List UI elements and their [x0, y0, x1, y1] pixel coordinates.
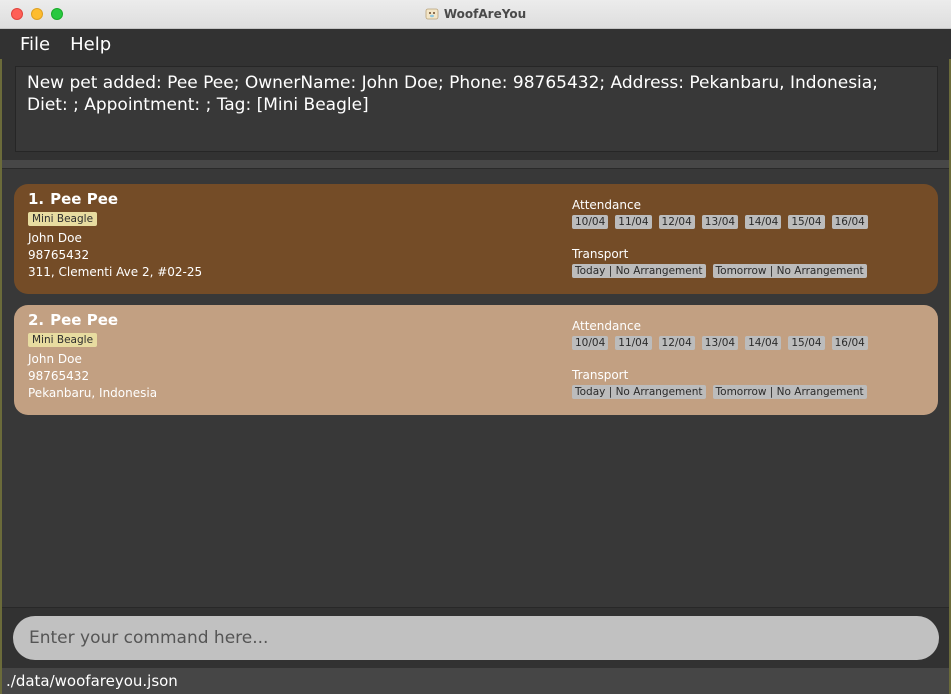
status-bar-footer: ./data/woofareyou.json — [2, 668, 949, 694]
window-title: WoofAreYou — [443, 7, 527, 21]
attendance-label: Attendance — [572, 319, 641, 333]
pet-card-1[interactable]: 1. Pee Pee Mini Beagle John Doe 98765432 … — [14, 184, 938, 294]
attendance-chip: 13/04 — [701, 215, 739, 229]
transport-chip-today: Today | No Arrangement — [572, 264, 706, 278]
attendance-chip: 16/04 — [831, 215, 868, 229]
attendance-chip: 11/04 — [615, 215, 652, 229]
attendance-chip: 12/04 — [658, 215, 695, 229]
attendance-chip: 15/04 — [788, 336, 825, 350]
menu-file[interactable]: File — [10, 34, 60, 55]
pet-phone: 98765432 — [28, 248, 90, 262]
transport-label: Transport — [572, 368, 629, 382]
transport-chip-tomorrow: Tomorrow | No Arrangement — [712, 385, 867, 399]
attendance-chips: 10/04 11/04 12/04 13/04 14/04 15/04 16/0… — [572, 215, 868, 229]
pet-card-title: 1. Pee Pee — [28, 190, 118, 208]
attendance-chip: 14/04 — [745, 336, 782, 350]
attendance-chips: 10/04 11/04 12/04 13/04 14/04 15/04 16/0… — [572, 336, 868, 350]
transport-chips: Today | No Arrangement Tomorrow | No Arr… — [572, 385, 867, 399]
attendance-chip: 10/04 — [572, 336, 609, 350]
attendance-label: Attendance — [572, 198, 641, 212]
pet-address: Pekanbaru, Indonesia — [28, 386, 158, 400]
pet-tag: Mini Beagle — [28, 212, 98, 226]
menu-help[interactable]: Help — [60, 34, 121, 55]
attendance-chip: 16/04 — [831, 336, 868, 350]
pet-index: 2. — [28, 311, 45, 329]
attendance-chip: 11/04 — [615, 336, 652, 350]
pet-owner: John Doe — [28, 352, 82, 366]
pet-phone: 98765432 — [28, 369, 90, 383]
transport-chip-tomorrow: Tomorrow | No Arrangement — [712, 264, 867, 278]
transport-chips: Today | No Arrangement Tomorrow | No Arr… — [572, 264, 867, 278]
pet-index: 1. — [28, 190, 45, 208]
transport-label: Transport — [572, 247, 629, 261]
dog-app-icon — [425, 8, 439, 20]
app-window: WoofAreYou File Help New pet added: Pee … — [0, 0, 951, 694]
pet-card-2[interactable]: 2. Pee Pee Mini Beagle John Doe 98765432 … — [14, 305, 938, 415]
result-display[interactable]: New pet added: Pee Pee; OwnerName: John … — [15, 66, 938, 152]
pet-name: Pee Pee — [50, 311, 119, 329]
command-input[interactable] — [13, 616, 939, 660]
pet-list-panel: 1. Pee Pee Mini Beagle John Doe 98765432 … — [2, 168, 949, 607]
pet-card-title: 2. Pee Pee — [28, 311, 118, 329]
window-title-group: WoofAreYou — [0, 0, 951, 28]
attendance-chip: 14/04 — [745, 215, 782, 229]
title-bar: WoofAreYou — [0, 0, 951, 29]
result-display-panel: New pet added: Pee Pee; OwnerName: John … — [2, 59, 949, 160]
result-line-2: Diet: ; Appointment: ; Tag: [Mini Beagle… — [27, 95, 369, 115]
result-line-1: New pet added: Pee Pee; OwnerName: John … — [27, 73, 878, 93]
transport-chip-today: Today | No Arrangement — [572, 385, 706, 399]
menu-bar: File Help — [0, 29, 951, 59]
split-pane-divider[interactable] — [2, 160, 949, 168]
attendance-chip: 15/04 — [788, 215, 825, 229]
pet-address: 311, Clementi Ave 2, #02-25 — [28, 265, 203, 279]
attendance-chip: 13/04 — [701, 336, 739, 350]
pet-tag: Mini Beagle — [28, 333, 98, 347]
attendance-chip: 12/04 — [658, 336, 695, 350]
attendance-chip: 10/04 — [572, 215, 609, 229]
pet-owner: John Doe — [28, 231, 82, 245]
command-box-area — [2, 607, 949, 668]
pet-name: Pee Pee — [50, 190, 119, 208]
